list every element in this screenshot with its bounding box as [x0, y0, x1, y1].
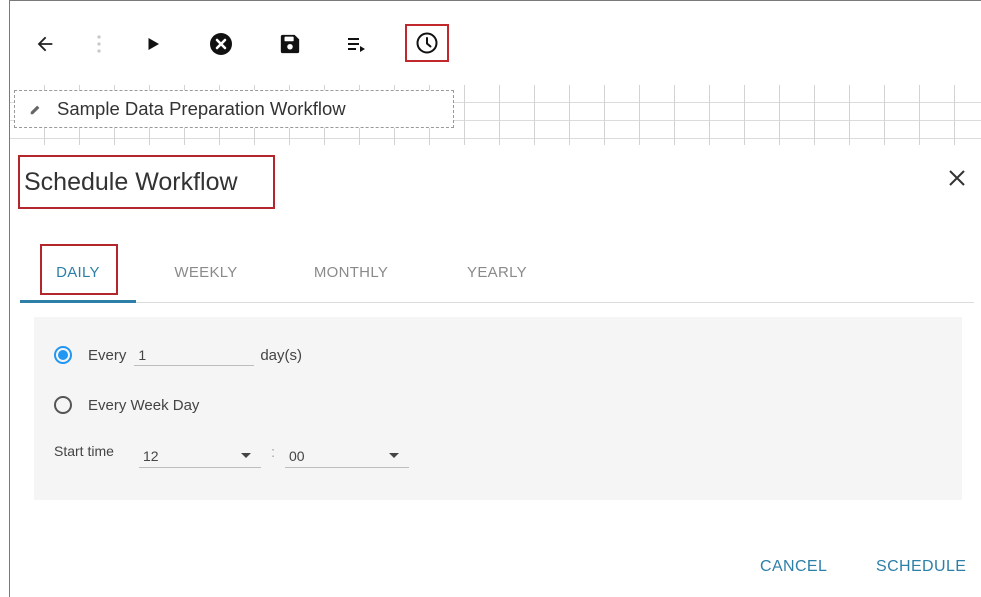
drag-handle-icon — [82, 27, 116, 61]
start-time-text: Start time — [54, 443, 114, 459]
cancel-circle-icon[interactable] — [204, 27, 238, 61]
chevron-down-icon — [241, 453, 251, 458]
close-icon[interactable] — [944, 165, 970, 191]
time-separator: : — [271, 444, 275, 461]
active-tab-indicator — [20, 300, 136, 303]
hour-select[interactable]: 12 — [139, 444, 261, 468]
every-week-day-radio[interactable] — [54, 396, 72, 414]
every-label: Every — [88, 346, 127, 364]
hour-value: 12 — [143, 447, 159, 464]
schedule-tabs: DAILY WEEKLY MONTHLY YEARLY — [20, 244, 974, 303]
tab-daily-highlight — [40, 244, 118, 295]
days-unit-label: day(s) — [260, 346, 303, 364]
workflow-toolbar — [10, 1, 981, 85]
save-icon[interactable] — [273, 27, 307, 61]
play-icon[interactable] — [136, 27, 170, 61]
chevron-down-icon — [389, 453, 399, 458]
tab-monthly[interactable]: MONTHLY — [294, 244, 408, 301]
schedule-button[interactable]: SCHEDULE — [876, 558, 966, 576]
pencil-icon — [30, 105, 40, 115]
start-time-label: Start time — [54, 443, 114, 459]
every-n-days-option: Every day(s) — [54, 344, 302, 366]
clock-icon[interactable] — [405, 24, 449, 62]
minute-select[interactable]: 00 — [285, 444, 409, 468]
dialog-title: Schedule Workflow — [18, 155, 275, 209]
cancel-button[interactable]: CANCEL — [760, 558, 827, 576]
time-separator-text: : — [271, 444, 276, 461]
every-week-day-option: Every Week Day — [54, 396, 199, 414]
workflow-name-field[interactable]: Sample Data Preparation Workflow — [14, 90, 454, 128]
tab-monthly-label: MONTHLY — [313, 264, 389, 281]
back-arrow-icon[interactable] — [28, 27, 62, 61]
tab-weekly-label: WEEKLY — [174, 264, 238, 281]
tab-yearly[interactable]: YEARLY — [450, 244, 544, 301]
playlist-play-icon[interactable] — [340, 27, 374, 61]
every-week-day-label: Every Week Day — [88, 396, 200, 414]
tab-yearly-label: YEARLY — [467, 264, 527, 281]
every-radio[interactable] — [54, 346, 72, 364]
minute-value: 00 — [289, 447, 305, 464]
tab-weekly[interactable]: WEEKLY — [160, 244, 252, 301]
dialog-title-text: Schedule Workflow — [24, 167, 238, 196]
workflow-name-text: Sample Data Preparation Workflow — [57, 98, 346, 119]
every-days-input[interactable] — [134, 344, 255, 366]
